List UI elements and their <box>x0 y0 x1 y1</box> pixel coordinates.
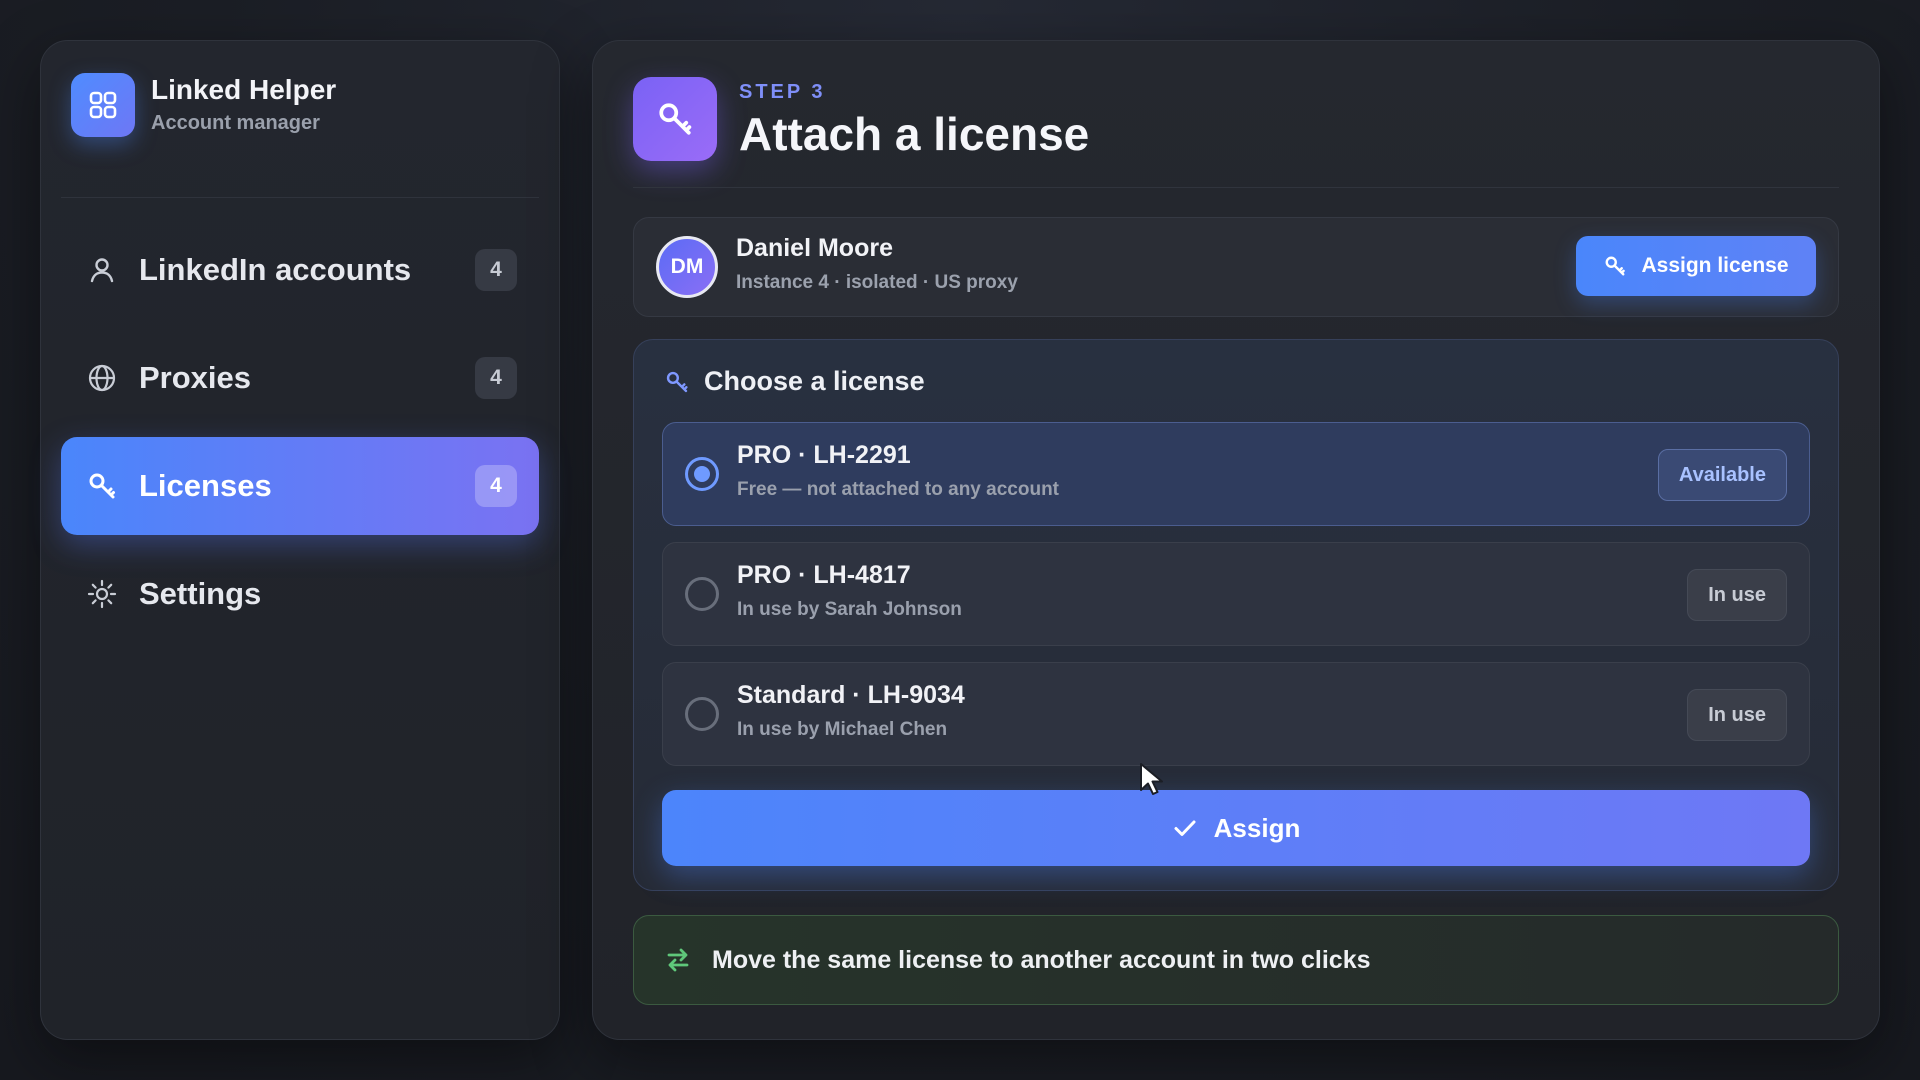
radio-button[interactable] <box>685 577 719 611</box>
count-badge: 4 <box>475 465 517 507</box>
assign-license-button[interactable]: Assign license <box>1576 236 1816 296</box>
avatar: DM <box>656 236 718 298</box>
chooser-title: Choose a license <box>704 366 925 396</box>
sidebar-item-label: LinkedIn accounts <box>139 252 412 287</box>
app-subtitle: Account manager <box>151 112 320 134</box>
grid-icon <box>71 73 135 137</box>
user-icon <box>83 251 121 289</box>
tip-banner: Move the same license to another account… <box>633 915 1839 1005</box>
count-badge: 4 <box>475 249 517 291</box>
account-name: Daniel Moore <box>736 234 893 262</box>
license-description: In use by Sarah Johnson <box>737 599 962 620</box>
sidebar-item-licenses[interactable]: Licenses 4 <box>61 437 539 535</box>
swap-arrows-icon <box>664 946 692 974</box>
page-title: Attach a license <box>739 108 1090 160</box>
account-meta: Instance 4 · isolated · US proxy <box>736 272 1018 293</box>
license-chooser: Choose a license PRO · LH-2291 Free — no… <box>633 339 1839 891</box>
license-description: Free — not attached to any account <box>737 479 1059 500</box>
globe-icon <box>83 359 121 397</box>
account-card: DM Daniel Moore Instance 4 · isolated · … <box>633 217 1839 317</box>
check-icon <box>1172 815 1198 841</box>
assign-license-label: Assign license <box>1641 254 1789 277</box>
radio-button[interactable] <box>685 697 719 731</box>
key-icon <box>83 467 121 505</box>
license-name: Standard · LH-9034 <box>737 681 965 709</box>
license-description: In use by Michael Chen <box>737 719 948 740</box>
sidebar-divider <box>61 197 539 198</box>
assign-label: Assign <box>1213 812 1301 843</box>
assign-button[interactable]: Assign <box>662 790 1810 866</box>
status-badge: In use <box>1687 689 1787 741</box>
key-icon <box>664 369 690 395</box>
radio-button-selected[interactable] <box>685 457 719 491</box>
chooser-header: Choose a license <box>664 366 925 397</box>
sidebar-item-proxies[interactable]: Proxies 4 <box>61 329 539 427</box>
license-option-lh-2291[interactable]: PRO · LH-2291 Free — not attached to any… <box>662 422 1810 526</box>
license-option-lh-9034[interactable]: Standard · LH-9034 In use by Michael Che… <box>662 662 1810 766</box>
sidebar-item-label: Settings <box>139 576 262 611</box>
count-badge: 4 <box>475 357 517 399</box>
status-badge: In use <box>1687 569 1787 621</box>
header-divider <box>633 187 1839 188</box>
step-label: STEP 3 <box>739 81 826 103</box>
status-badge: Available <box>1657 449 1787 501</box>
sidebar-item-label: Proxies <box>139 360 252 395</box>
mouse-cursor-icon <box>1138 762 1168 803</box>
brand: Linked Helper Account manager <box>71 73 336 137</box>
license-option-lh-4817[interactable]: PRO · LH-4817 In use by Sarah Johnson In… <box>662 542 1810 646</box>
license-name: PRO · LH-4817 <box>737 561 911 589</box>
tip-text: Move the same license to another account… <box>712 945 1371 974</box>
gear-icon <box>83 575 121 613</box>
license-name: PRO · LH-2291 <box>737 441 911 469</box>
sidebar: Linked Helper Account manager LinkedIn a… <box>40 40 560 1040</box>
sidebar-item-linkedin-accounts[interactable]: LinkedIn accounts 4 <box>61 221 539 319</box>
sidebar-item-settings[interactable]: Settings <box>61 545 539 643</box>
main-panel: STEP 3 Attach a license DM Daniel Moore … <box>592 40 1880 1040</box>
key-icon <box>1603 254 1627 278</box>
app-title: Linked Helper <box>151 74 337 105</box>
sidebar-item-label: Licenses <box>139 468 272 503</box>
key-icon <box>633 77 717 161</box>
